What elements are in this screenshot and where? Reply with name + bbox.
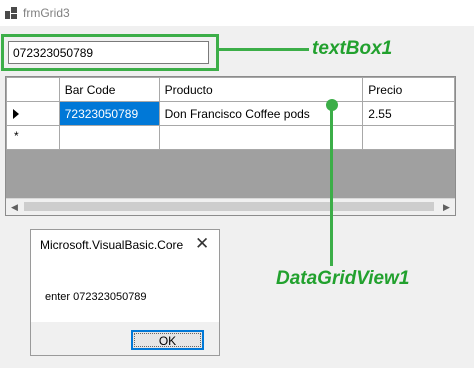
close-icon[interactable]: ✕: [195, 235, 209, 252]
column-header-producto[interactable]: Producto: [158, 77, 364, 102]
new-cell-precio[interactable]: [362, 125, 455, 150]
barcode-textbox[interactable]: [8, 41, 209, 64]
current-row-arrow-icon: [13, 109, 19, 119]
scroll-right-icon[interactable]: ▶: [438, 199, 455, 215]
grid-table: Bar Code Producto Precio 72323050789 Don…: [6, 77, 455, 150]
message-text: enter 072323050789: [45, 291, 147, 303]
ok-button-label: OK: [134, 333, 201, 348]
table-row: 72323050789 Don Francisco Coffee pods 2.…: [6, 101, 455, 126]
app-window-icon: [5, 7, 17, 19]
grid-corner-header: [6, 77, 60, 102]
grid-header-row: Bar Code Producto Precio: [6, 77, 455, 102]
message-box-title: Microsoft.VisualBasic.Core: [40, 238, 184, 252]
scroll-left-icon[interactable]: ◀: [6, 199, 23, 215]
cell-bar-code[interactable]: 72323050789: [58, 101, 160, 126]
scrollbar-thumb[interactable]: [24, 202, 434, 211]
cell-precio[interactable]: 2.55: [362, 101, 455, 126]
textbox-highlight-frame: [1, 34, 219, 71]
window-titlebar: frmGrid3: [0, 0, 474, 26]
grid-annotation-line: [330, 108, 333, 266]
column-header-precio[interactable]: Precio: [362, 77, 455, 102]
message-box-body: enter 072323050789: [31, 268, 219, 322]
horizontal-scrollbar[interactable]: ◀ ▶: [6, 198, 455, 215]
message-box: Microsoft.VisualBasic.Core ✕ enter 07232…: [30, 229, 220, 356]
ok-button[interactable]: OK: [131, 330, 204, 350]
row-header-new[interactable]: *: [6, 125, 60, 150]
textbox-annotation-label: textBox1: [312, 38, 393, 59]
data-grid-view[interactable]: Bar Code Producto Precio 72323050789 Don…: [5, 76, 456, 216]
grid-annotation-label: DataGridView1: [276, 268, 410, 289]
new-cell-bar-code[interactable]: [58, 125, 160, 150]
message-box-footer: OK: [31, 322, 219, 355]
window-title: frmGrid3: [23, 6, 70, 20]
row-header-current[interactable]: [6, 101, 60, 126]
new-row-star-icon: *: [14, 129, 19, 143]
textbox-annotation-line: [219, 48, 309, 51]
new-row: *: [6, 125, 455, 150]
column-header-bar-code[interactable]: Bar Code: [58, 77, 160, 102]
